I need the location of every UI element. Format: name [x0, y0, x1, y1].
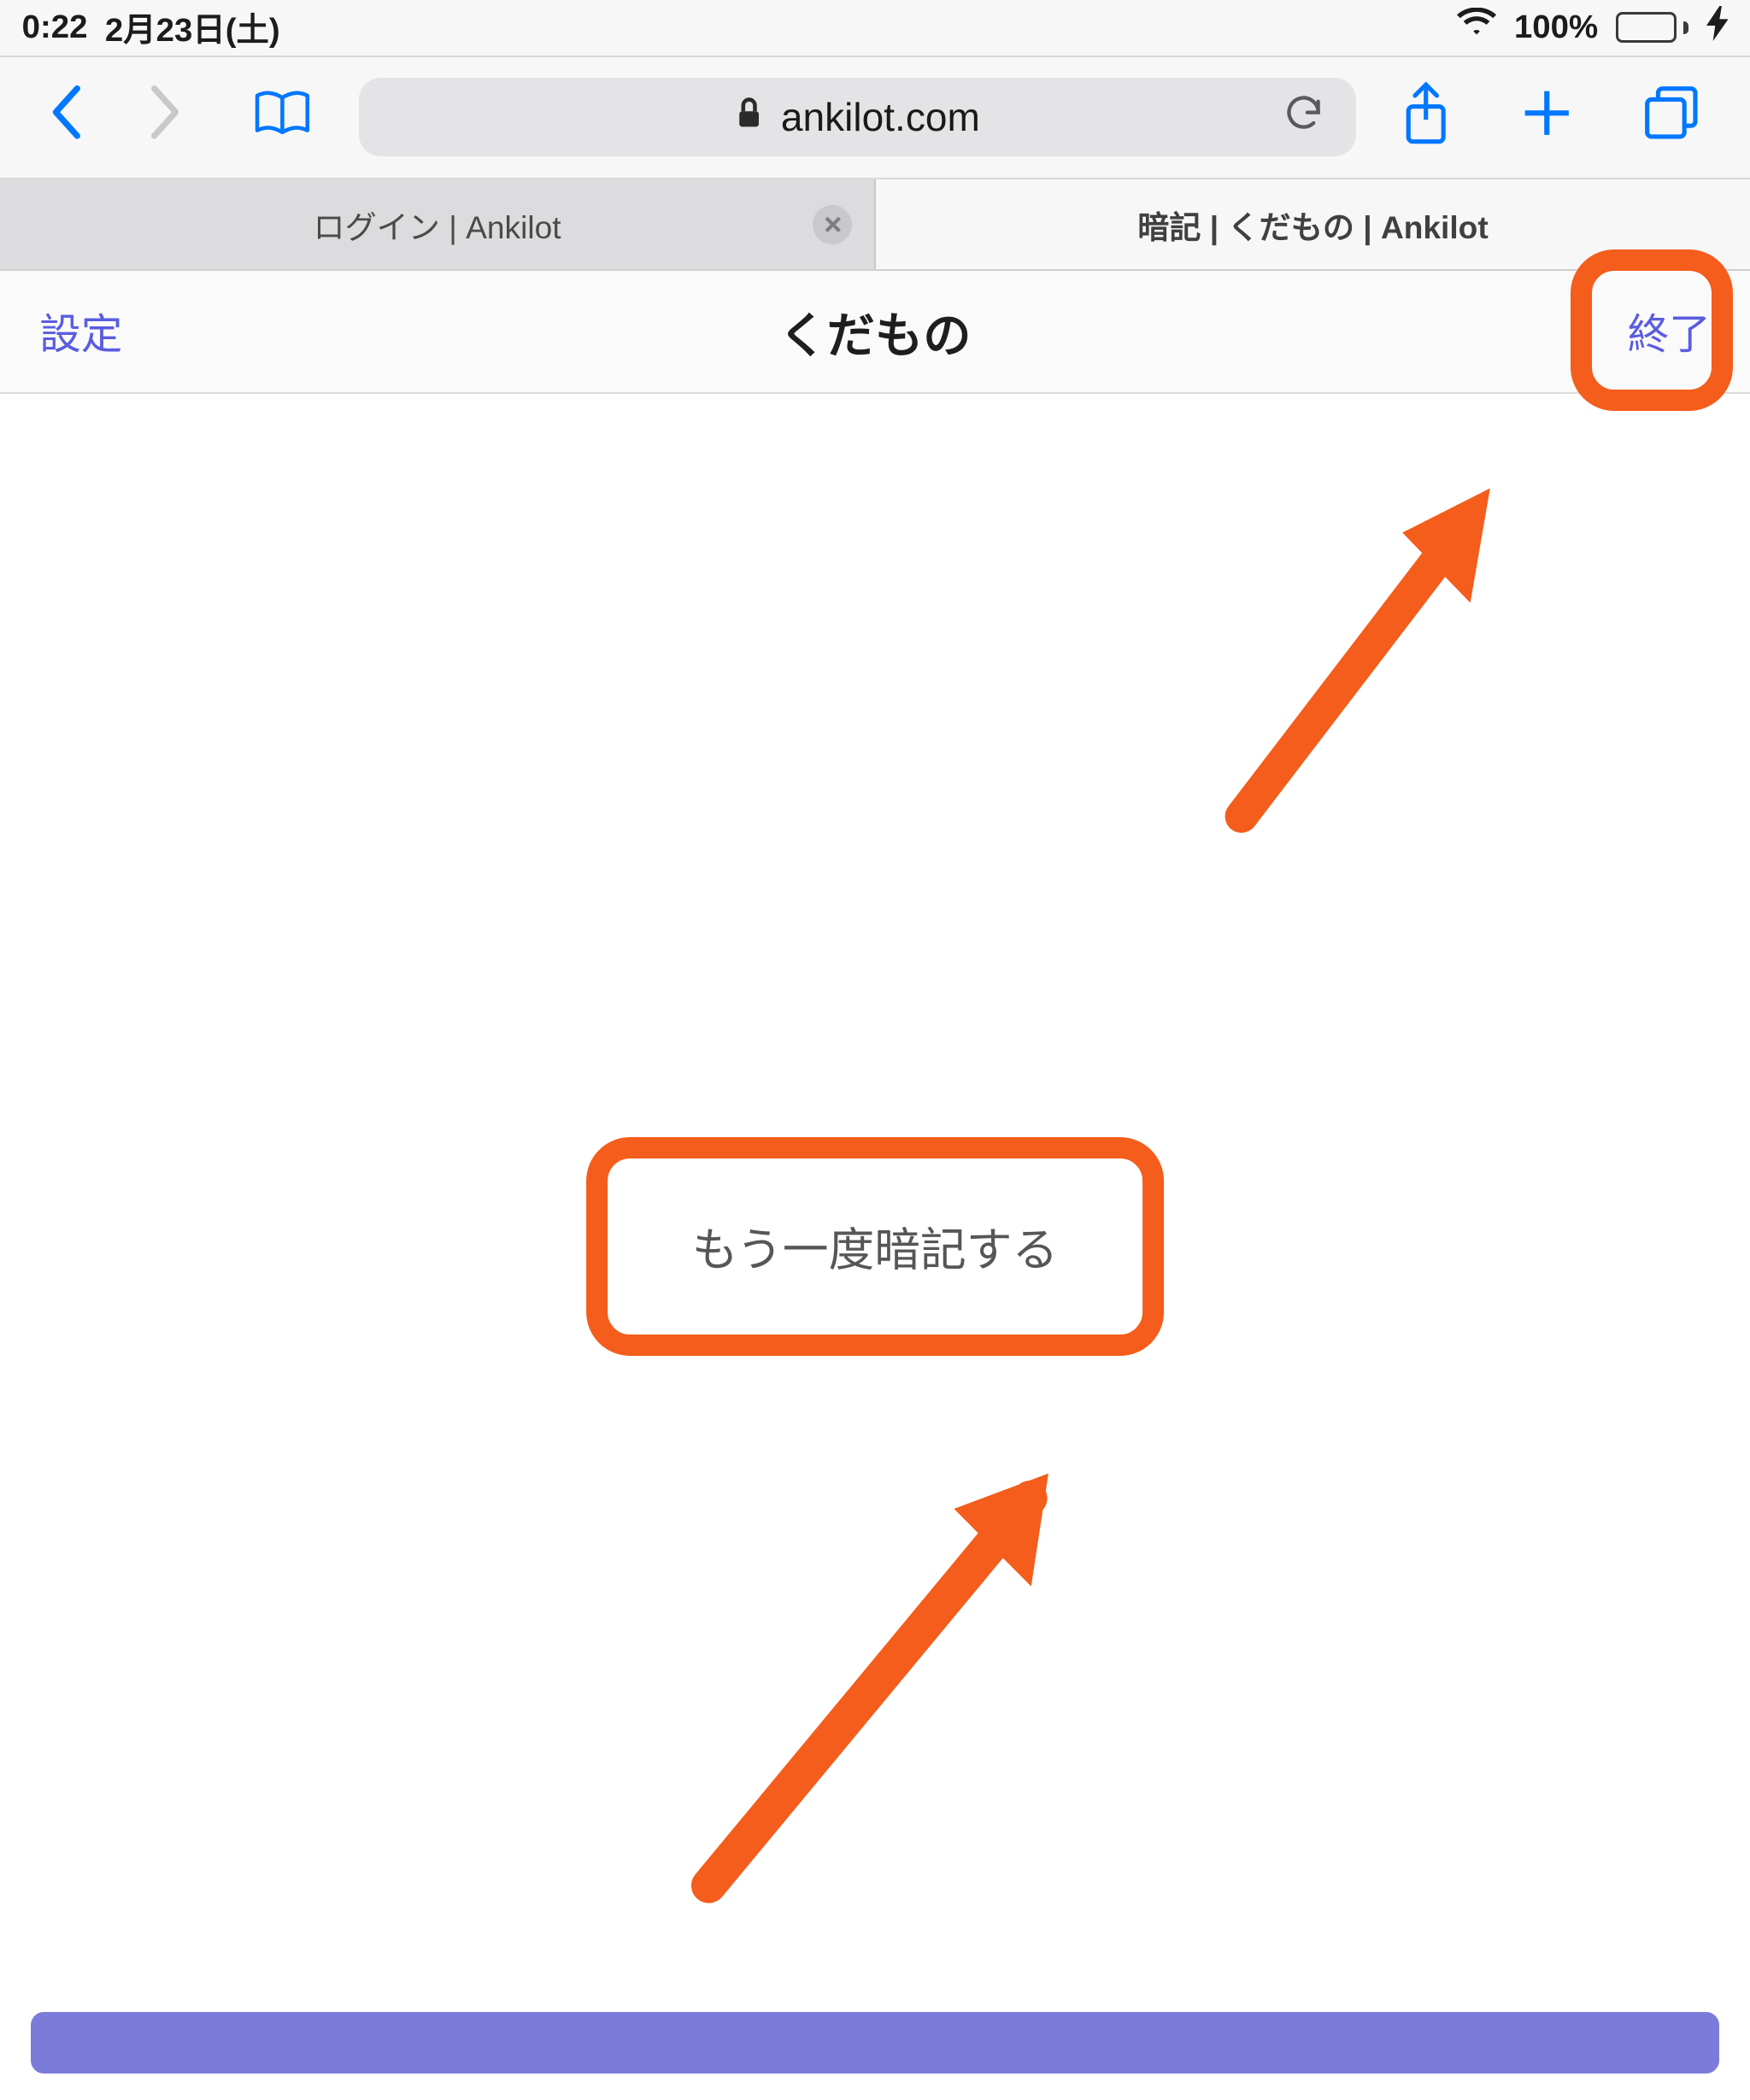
- memorize-again-button[interactable]: もう一度暗記する: [618, 1175, 1132, 1319]
- tab-strip: ログイン | Ankilot 暗記 | くだもの | Ankilot: [0, 179, 1750, 272]
- tabs-icon[interactable]: [1641, 82, 1702, 152]
- tab-inactive[interactable]: ログイン | Ankilot: [0, 179, 876, 270]
- arrow-to-again-button: [602, 1367, 1170, 1935]
- bookmarks-icon[interactable]: [250, 85, 315, 150]
- status-time: 0:22: [22, 9, 88, 46]
- charging-icon: [1706, 6, 1729, 49]
- reload-icon[interactable]: [1282, 91, 1325, 144]
- lock-icon: [735, 94, 763, 140]
- progress-bar: [31, 2012, 1719, 2074]
- page-content: もう一度暗記する: [0, 394, 1750, 2100]
- back-button[interactable]: [48, 84, 83, 150]
- tab-title: ログイン | Ankilot: [313, 202, 561, 248]
- page-title: くだもの: [778, 297, 971, 367]
- finish-button[interactable]: 終了: [1628, 302, 1711, 361]
- screen: 0:22 2月23日(土) 100%: [0, 0, 1750, 2100]
- new-tab-icon[interactable]: [1518, 85, 1576, 150]
- battery-icon: [1616, 12, 1689, 43]
- url-domain: ankilot.com: [781, 94, 980, 140]
- safari-toolbar: ankilot.com: [0, 57, 1750, 179]
- settings-button[interactable]: 設定: [39, 302, 122, 361]
- tab-close-icon[interactable]: [813, 205, 852, 244]
- share-icon[interactable]: [1400, 80, 1452, 155]
- wifi-icon: [1457, 8, 1496, 47]
- forward-button: [149, 84, 184, 150]
- status-date: 2月23日(土): [105, 3, 280, 51]
- battery-percent: 100%: [1514, 9, 1598, 46]
- address-bar[interactable]: ankilot.com: [359, 78, 1356, 156]
- page-header-bar: 設定 くだもの 終了: [0, 271, 1750, 393]
- ios-status-bar: 0:22 2月23日(土) 100%: [0, 0, 1750, 57]
- tab-active[interactable]: 暗記 | くだもの | Ankilot: [876, 179, 1750, 270]
- tab-title: 暗記 | くだもの | Ankilot: [1137, 202, 1488, 248]
